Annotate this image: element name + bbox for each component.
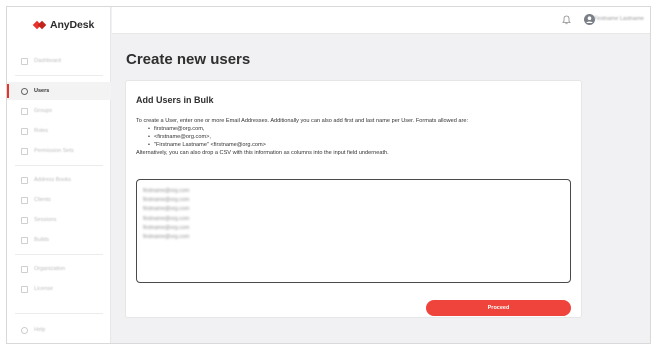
input-line: firstname@org.com (143, 224, 190, 231)
sidebar-item-label: Organization (34, 266, 66, 272)
input-line: firstname@org.com (143, 234, 190, 241)
permission-icon (21, 147, 28, 155)
sidebar-item-label: Sessions (34, 217, 57, 223)
sidebar: AnyDesk Dashboard Users Groups Roles Per… (7, 7, 111, 343)
input-line: firstname@org.com (143, 197, 190, 204)
sidebar-item-groups[interactable]: Groups (7, 102, 111, 120)
anydesk-logo[interactable]: AnyDesk (34, 19, 94, 31)
license-icon (21, 285, 28, 293)
roles-icon (21, 127, 28, 135)
sidebar-item-dashboard[interactable]: Dashboard (7, 52, 111, 70)
format-item: <firstname@org.com>, (148, 134, 576, 142)
dashboard-icon (21, 57, 28, 65)
anydesk-logo-icon (34, 21, 46, 30)
sidebar-item-address-books[interactable]: Address Books (7, 171, 111, 189)
sidebar-item-permission-sets[interactable]: Permission Sets (7, 142, 111, 160)
bulk-email-input[interactable]: firstname@org.com firstname@org.com firs… (136, 179, 571, 283)
organization-icon (21, 265, 28, 273)
app-window: AnyDesk Dashboard Users Groups Roles Per… (6, 6, 651, 344)
input-line: firstname@org.com (143, 188, 190, 194)
sidebar-item-organization[interactable]: Organization (7, 260, 111, 278)
sidebar-divider (15, 165, 103, 166)
instructions-intro: To create a User, enter one or more Emai… (136, 118, 469, 124)
sidebar-item-roles[interactable]: Roles (7, 122, 111, 140)
input-content: firstname@org.com firstname@org.com firs… (143, 187, 189, 242)
format-list: firstname@org.com, <firstname@org.com>, … (136, 126, 576, 150)
sidebar-item-license[interactable]: License (7, 280, 111, 298)
bell-icon[interactable] (562, 15, 571, 25)
sidebar-item-label: Users (34, 88, 50, 94)
top-bar: Firstname Lastname (112, 7, 650, 34)
sidebar-divider (15, 75, 103, 76)
csv-note: Alternatively, you can also drop a CSV w… (136, 149, 389, 156)
sidebar-item-label: Roles (34, 128, 49, 134)
sidebar-item-label: Builds (34, 237, 49, 243)
brand-name: AnyDesk (50, 19, 95, 31)
page-title: Create new users (126, 51, 251, 68)
sidebar-item-builds[interactable]: Builds (7, 231, 111, 249)
sessions-icon (21, 216, 28, 224)
sidebar-item-label: Permission Sets (34, 148, 74, 154)
user-icon (21, 87, 28, 95)
sidebar-item-label: Address Books (34, 177, 71, 183)
sidebar-item-help[interactable]: Help (7, 321, 111, 339)
help-icon (21, 326, 28, 334)
builds-icon (21, 236, 28, 244)
sidebar-item-label: Groups (34, 108, 53, 114)
sidebar-divider (15, 254, 103, 255)
sidebar-item-label: License (34, 286, 53, 292)
format-item: firstname@org.com, (148, 126, 576, 134)
sidebar-item-users[interactable]: Users (7, 82, 111, 100)
input-line: firstname@org.com (143, 215, 190, 222)
sidebar-item-label: Help (34, 327, 46, 333)
clients-icon (21, 196, 28, 204)
group-icon (21, 107, 28, 115)
sidebar-item-label: Dashboard (34, 58, 61, 64)
format-item: "Firstname Lastname" <firstname@org.com> (148, 142, 576, 150)
proceed-button[interactable]: Proceed (426, 300, 571, 316)
sidebar-item-sessions[interactable]: Sessions (7, 211, 111, 229)
sidebar-item-clients[interactable]: Clients (7, 191, 111, 209)
user-name[interactable]: Firstname Lastname (594, 16, 644, 22)
sidebar-divider (15, 313, 103, 314)
sidebar-item-label: Clients (34, 197, 51, 203)
input-line: firstname@org.com (143, 206, 190, 213)
card-title: Add Users in Bulk (136, 95, 214, 105)
address-book-icon (21, 176, 28, 184)
instructions: To create a User, enter one or more Emai… (136, 118, 576, 158)
bulk-users-card: Add Users in Bulk To create a User, ente… (125, 80, 582, 318)
